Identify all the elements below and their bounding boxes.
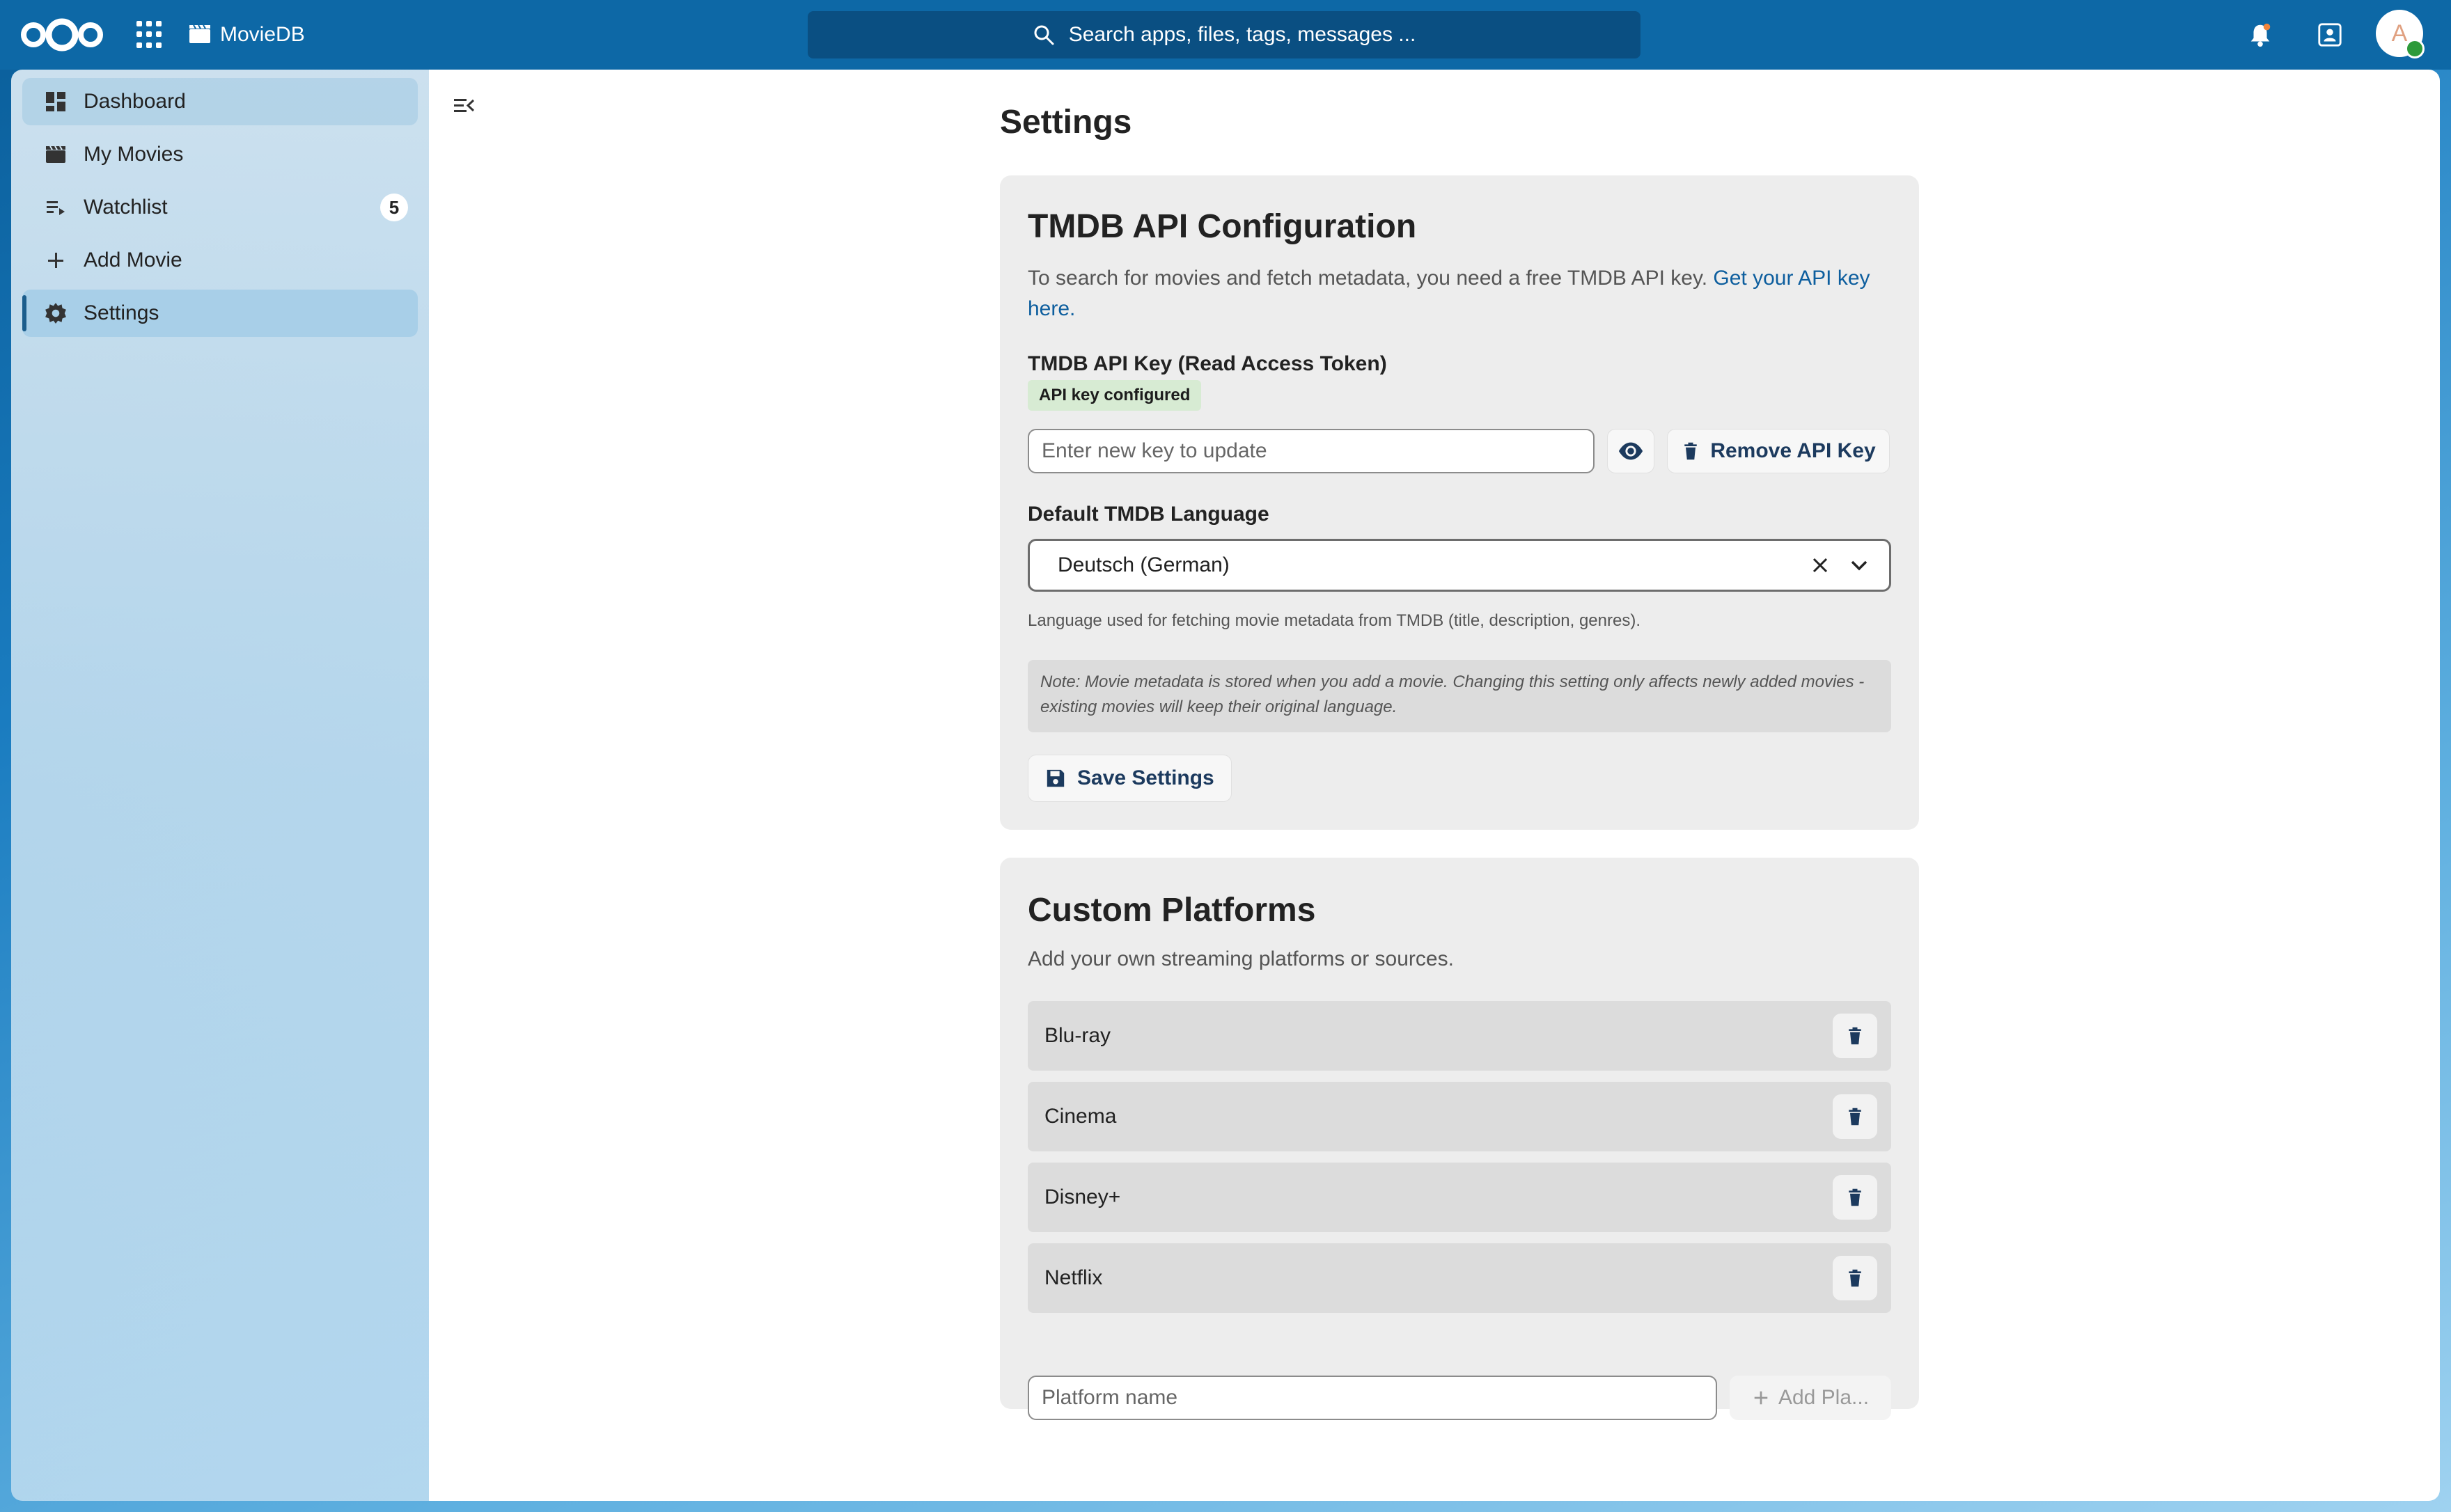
top-header: MovieDB Search apps, files, tags, messag… [0, 0, 2451, 70]
trash-icon [1849, 1188, 1861, 1206]
apps-grid-icon[interactable] [136, 21, 164, 49]
trash-icon [1684, 442, 1698, 460]
app-navigation: Dashboard My Movies Watchlist 5 Add Movi [11, 70, 429, 1501]
avatar-initial: A [2391, 19, 2408, 47]
chevron-down-icon[interactable] [1847, 553, 1871, 577]
platform-name: Blu-ray [1044, 1024, 1111, 1047]
language-hint: Language used for fetching movie metadat… [1028, 611, 1640, 630]
list-item: Cinema [1028, 1082, 1891, 1151]
remove-api-key-button[interactable]: Remove API Key [1667, 429, 1890, 473]
user-avatar[interactable]: A [2376, 10, 2425, 58]
add-platform-label: Add Pla... [1778, 1386, 1870, 1409]
sidebar-item-settings[interactable]: Settings [22, 290, 418, 337]
language-value: Deutsch (German) [1058, 553, 1230, 576]
floppy-disk-icon [1047, 769, 1065, 787]
clapperboard-icon [42, 141, 70, 168]
trash-icon [1849, 1027, 1861, 1045]
platform-name-input[interactable] [1028, 1376, 1717, 1420]
plus-icon [1754, 1391, 1768, 1405]
platform-name: Netflix [1044, 1266, 1103, 1289]
api-key-status-badge: API key configured [1028, 380, 1202, 411]
main-content: Settings TMDB API Configuration To searc… [429, 70, 2440, 1501]
list-item: Disney+ [1028, 1163, 1891, 1232]
delete-platform-button[interactable] [1833, 1014, 1877, 1058]
eye-icon [1618, 442, 1643, 460]
custom-platforms-section: Custom Platforms Add your own streaming … [1000, 858, 1919, 1420]
metadata-note: Note: Movie metadata is stored when you … [1028, 660, 1891, 732]
list-item: Netflix [1028, 1243, 1891, 1313]
sidebar-item-label: Settings [84, 301, 159, 324]
page-title: Settings [1000, 104, 1132, 141]
section-heading: TMDB API Configuration [1028, 208, 1417, 245]
delete-platform-button[interactable] [1833, 1175, 1877, 1220]
watchlist-count-badge: 5 [380, 194, 408, 221]
trash-icon [1849, 1108, 1861, 1126]
trash-icon [1849, 1269, 1861, 1287]
delete-platform-button[interactable] [1833, 1094, 1877, 1139]
remove-api-key-label: Remove API Key [1710, 439, 1876, 462]
unified-search[interactable]: Search apps, files, tags, messages ... [808, 11, 1640, 58]
platforms-description: Add your own streaming platforms or sour… [1028, 947, 1454, 970]
toggle-visibility-button[interactable] [1607, 429, 1654, 473]
contacts-icon[interactable] [2312, 17, 2348, 53]
clapperboard-icon[interactable] [188, 22, 212, 45]
plus-icon [42, 246, 70, 274]
collapse-sidebar-icon[interactable] [448, 90, 479, 121]
close-icon[interactable] [1808, 553, 1832, 577]
language-select[interactable]: Deutsch (German) [1028, 539, 1891, 592]
sidebar-item-label: Add Movie [84, 249, 182, 271]
sidebar-item-add-movie[interactable]: Add Movie [22, 237, 418, 284]
nextcloud-logo[interactable] [17, 13, 107, 57]
list-item: Blu-ray [1028, 1001, 1891, 1071]
playlist-icon [42, 194, 70, 221]
bell-icon[interactable] [2242, 17, 2278, 53]
save-settings-label: Save Settings [1077, 766, 1214, 789]
sidebar-item-label: My Movies [84, 143, 184, 166]
api-key-input[interactable] [1028, 429, 1595, 473]
intro-text: To search for movies and fetch metadata,… [1028, 267, 1708, 290]
online-status-dot [2405, 39, 2425, 58]
search-placeholder: Search apps, files, tags, messages ... [1068, 23, 1416, 46]
platform-name: Cinema [1044, 1105, 1117, 1128]
tmdb-intro: To search for movies and fetch metadata,… [1028, 263, 1898, 324]
api-key-label: TMDB API Key (Read Access Token) [1028, 352, 1387, 375]
section-heading: Custom Platforms [1028, 892, 1316, 929]
sidebar-item-label: Watchlist [84, 196, 168, 219]
sidebar-item-dashboard[interactable]: Dashboard [22, 78, 418, 125]
dashboard-icon [42, 88, 70, 116]
platform-name: Disney+ [1044, 1186, 1121, 1208]
delete-platform-button[interactable] [1833, 1256, 1877, 1300]
app-name[interactable]: MovieDB [220, 19, 305, 50]
sidebar-item-watchlist[interactable]: Watchlist 5 [22, 184, 418, 231]
sidebar-item-label: Dashboard [84, 90, 186, 113]
tmdb-config-section: TMDB API Configuration To search for mov… [1000, 175, 1919, 830]
language-label: Default TMDB Language [1028, 503, 1269, 526]
gear-icon [42, 299, 70, 327]
add-platform-button[interactable]: Add Pla... [1730, 1376, 1891, 1420]
search-icon [1034, 25, 1054, 45]
save-settings-button[interactable]: Save Settings [1028, 755, 1232, 802]
sidebar-item-my-movies[interactable]: My Movies [22, 131, 418, 178]
